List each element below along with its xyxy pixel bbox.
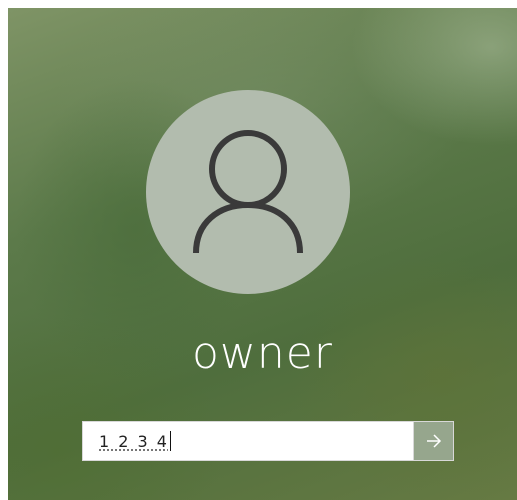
pin-value: 1 2 3 4 bbox=[99, 431, 169, 451]
pin-input[interactable]: 1 2 3 4 bbox=[82, 421, 414, 461]
person-icon bbox=[193, 130, 303, 254]
arrow-right-icon bbox=[426, 434, 441, 448]
pin-entry: 1 2 3 4 bbox=[82, 421, 454, 461]
lock-screen: owner 1 2 3 4 bbox=[8, 8, 517, 500]
text-caret bbox=[169, 431, 171, 451]
submit-button[interactable] bbox=[414, 421, 454, 461]
user-avatar bbox=[146, 90, 350, 294]
username-label: owner bbox=[192, 328, 333, 379]
